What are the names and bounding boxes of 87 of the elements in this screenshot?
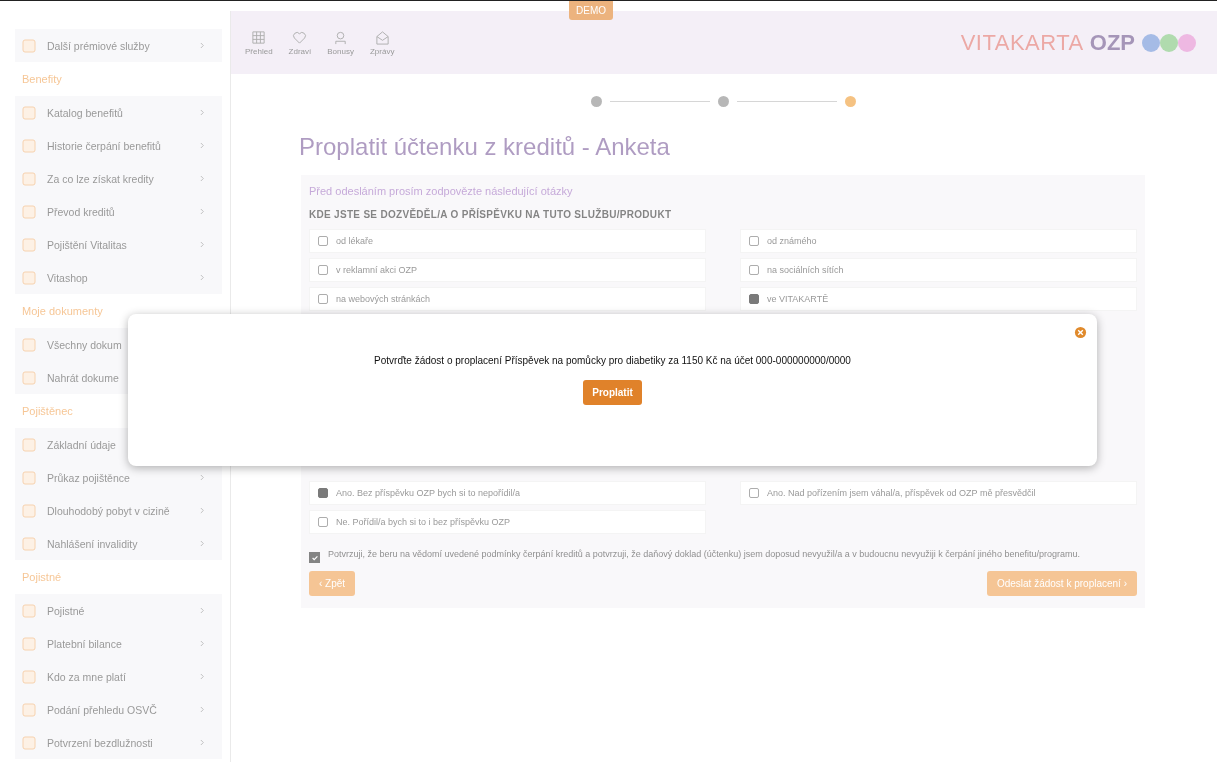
square-outline-icon xyxy=(21,336,37,353)
pay-button[interactable]: Proplatit xyxy=(583,380,642,405)
answer-option[interactable]: na sociálních sítích xyxy=(740,258,1137,282)
demo-badge: DEMO xyxy=(569,1,613,20)
sidebar-section-title: Moje dokumenty xyxy=(21,304,104,319)
sidebar-item[interactable]: Kdo za mne platí xyxy=(15,660,222,693)
answer-option[interactable]: na webových stránkách xyxy=(309,287,706,311)
logo-text: VITAKARTA xyxy=(960,29,1084,56)
square-outline-icon xyxy=(21,535,37,552)
square-outline-icon xyxy=(21,104,37,121)
sidebar-item-label: Potvrzení bezdlužnosti xyxy=(47,736,154,749)
square-outline-icon xyxy=(21,635,37,652)
square-outline-icon xyxy=(21,236,37,253)
sidebar-item[interactable]: Průkaz pojištěnce xyxy=(15,461,222,494)
square-outline-icon xyxy=(21,203,37,220)
dialog-message: Potvrďte žádost o proplacení Příspěvek na pomůcky pro diabetiky za 1150 Kč na účet 000-000000000/0000 xyxy=(374,355,851,366)
person-icon xyxy=(333,29,349,45)
answer-option[interactable]: v reklamní akci OZP xyxy=(309,258,706,282)
sidebar-item-label: Vitashop xyxy=(47,271,89,284)
form-intro: Před odesláním prosím zodpovězte následující otázky xyxy=(309,185,574,197)
sidebar-item-label: Dlouhodobý pobyt v cizině xyxy=(47,504,171,517)
sidebar-item-label: Historie čerpání benefitů xyxy=(47,139,162,152)
page-title: Proplatit účtenku z kreditů - Anketa xyxy=(299,133,671,161)
grid-icon xyxy=(251,29,267,45)
square-outline-icon xyxy=(21,37,37,54)
sidebar-item-label: Nahlášení invalidity xyxy=(47,537,139,550)
sidebar-item[interactable]: Dlouhodobý pobyt v cizině xyxy=(15,494,222,527)
sidebar-item-label: Nahrát dokume xyxy=(47,371,120,384)
square-outline-icon xyxy=(21,469,37,486)
logo-text: OZP xyxy=(1089,29,1135,56)
sidebar-item-label: Katalog benefitů xyxy=(47,106,124,119)
sidebar-item[interactable]: Platební bilance xyxy=(15,627,222,660)
nav-item[interactable]: Zprávy xyxy=(369,29,395,56)
answer-option[interactable]: od lékaře xyxy=(309,229,706,253)
sidebar-item[interactable]: Převod kreditů xyxy=(15,195,222,228)
sidebar-item-label: Průkaz pojištěnce xyxy=(47,471,131,484)
consent-text: Potvrzuji, že beru na vědomí uvedené podmínky čerpání kreditů a potvrzuji, že daňový doklad (účtenku) jsem doposud nevyužil/a a v budoucnu nevyužiji k čerpání jiného benefitu/programu. xyxy=(328,548,1080,561)
submit-button[interactable]: Odeslat žádost k proplacení › xyxy=(986,571,1137,596)
close-icon[interactable] xyxy=(1074,326,1087,339)
answer-option[interactable]: Ne. Pořídil/a bych si to i bez příspěvku OZP xyxy=(309,510,706,534)
heart-icon xyxy=(292,29,308,45)
sidebar-item[interactable]: Historie čerpání benefitů xyxy=(15,129,222,162)
sidebar-item[interactable]: Další prémiové služby xyxy=(15,29,222,62)
circles-logo-icon xyxy=(1141,32,1197,53)
square-outline-icon xyxy=(21,137,37,154)
square-outline-icon xyxy=(21,602,37,619)
sidebar-item[interactable]: Pojištění Vitalitas xyxy=(15,228,222,261)
square-outline-icon xyxy=(21,668,37,685)
answer-option[interactable]: od známého xyxy=(740,229,1137,253)
envelope-icon xyxy=(374,29,390,45)
sidebar-item-label: Podání přehledu OSVČ xyxy=(47,703,158,716)
sidebar-section-title: Benefity xyxy=(21,72,63,87)
back-button[interactable]: ‹ Zpět xyxy=(309,571,356,596)
sidebar-item-label: Za co lze získat kredity xyxy=(47,172,155,185)
sidebar-item-label: Převod kreditů xyxy=(47,205,116,218)
sidebar-item-label: Pojištění Vitalitas xyxy=(47,238,128,251)
sidebar-section-title: Pojistné xyxy=(21,570,63,585)
sidebar-section-title: Pojištěnec xyxy=(21,404,74,419)
checkmark-icon xyxy=(310,553,319,562)
sidebar-item[interactable]: Katalog benefitů xyxy=(15,96,222,129)
square-outline-icon xyxy=(21,502,37,519)
answer-option[interactable]: ve VITAKARTĚ xyxy=(740,287,1137,311)
sidebar-item[interactable]: Podání přehledu OSVČ xyxy=(15,693,222,726)
checkbox[interactable] xyxy=(309,552,320,563)
sidebar-item-label: Platební bilance xyxy=(47,637,123,650)
nav-item[interactable]: Přehled xyxy=(245,29,273,56)
nav-item[interactable]: Bonusy xyxy=(327,29,354,56)
sidebar-item-label: Další prémiové služby xyxy=(47,39,151,52)
square-outline-icon xyxy=(21,436,37,453)
sidebar-item-label: Všechny dokum xyxy=(47,338,123,351)
sidebar-item[interactable]: Za co lze získat kredity xyxy=(15,162,222,195)
answer-option[interactable]: Ano. Bez příspěvku OZP bych si to nepořídil/a xyxy=(309,481,706,505)
sidebar-item[interactable]: Potvrzení bezdlužnosti xyxy=(15,726,222,759)
sidebar-item[interactable]: Pojistné xyxy=(15,594,222,627)
sidebar-item-label: Kdo za mne platí xyxy=(47,670,127,683)
question-heading: KDE JSTE SE DOZVĚDĚL/A O PŘÍSPĚVKU NA TUTO SLUŽBU/PRODUKT xyxy=(309,209,673,220)
square-outline-icon xyxy=(21,734,37,751)
nav-item[interactable]: Zdraví xyxy=(288,29,312,56)
square-outline-icon xyxy=(21,269,37,286)
sidebar-item-label: Základní údaje xyxy=(47,438,117,451)
sidebar-item[interactable]: Nahlášení invalidity xyxy=(15,527,222,560)
answer-option[interactable]: Ano. Nad pořízením jsem váhal/a, příspěvek od OZP mě přesvědčil xyxy=(740,481,1137,505)
square-outline-icon xyxy=(21,701,37,718)
sidebar-item[interactable]: Vitashop xyxy=(15,261,222,294)
square-outline-icon xyxy=(21,170,37,187)
sidebar-item-label: Pojistné xyxy=(47,604,86,617)
square-outline-icon xyxy=(21,369,37,386)
